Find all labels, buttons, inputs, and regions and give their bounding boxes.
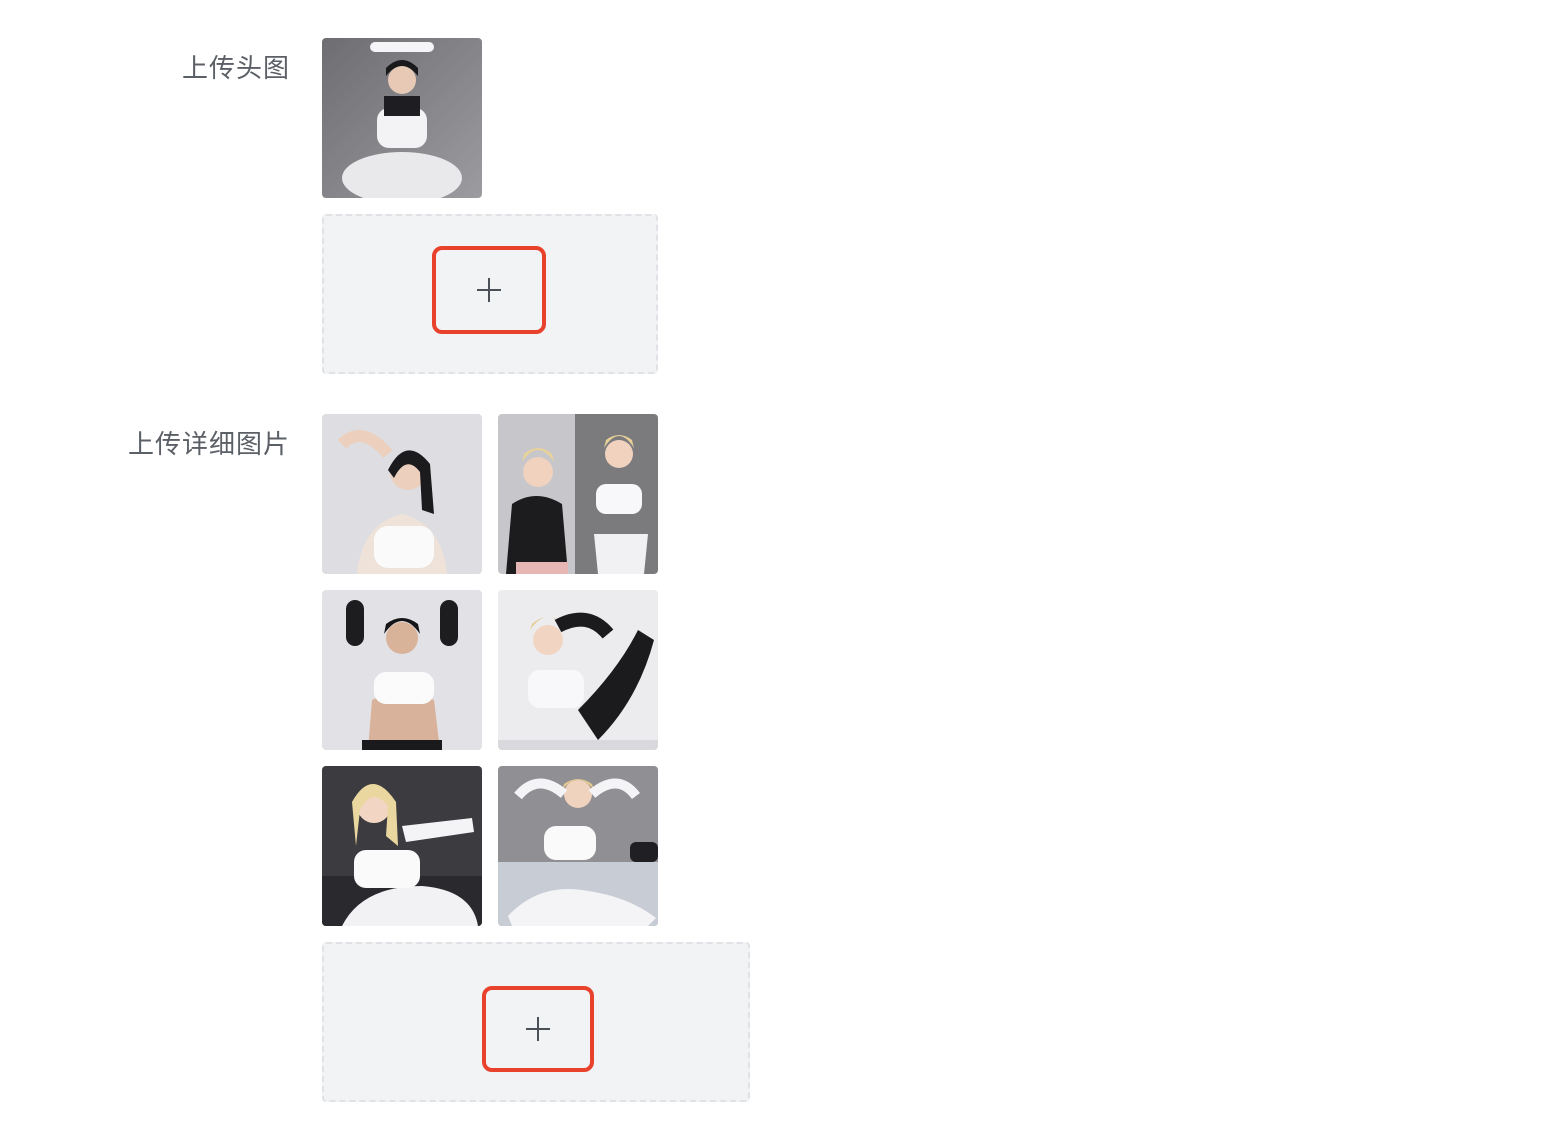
detail-image-thumbnail[interactable] — [322, 766, 482, 926]
detail-images-label: 上传详细图片 — [127, 430, 290, 460]
cover-image-label: 上传头图 — [181, 54, 290, 84]
photo-image — [498, 414, 658, 574]
photo-image — [322, 590, 482, 750]
plus-icon — [477, 278, 501, 302]
plus-icon — [526, 1017, 550, 1041]
photo-image — [498, 766, 658, 926]
detail-image-thumbnail[interactable] — [498, 414, 658, 574]
detail-image-thumbnail[interactable] — [322, 414, 482, 574]
detail-image-thumbnail[interactable] — [322, 590, 482, 750]
detail-image-thumbnail[interactable] — [498, 766, 658, 926]
add-cover-image-button[interactable] — [432, 246, 546, 334]
add-detail-image-button[interactable] — [482, 986, 594, 1072]
cover-image-thumbnail[interactable] — [322, 38, 482, 198]
photo-image — [498, 590, 658, 750]
cover-upload-area[interactable] — [322, 214, 658, 374]
detail-image-thumbnail[interactable] — [498, 590, 658, 750]
photo-image — [322, 766, 482, 926]
photo-image — [322, 414, 482, 574]
photo-image — [322, 38, 482, 198]
detail-upload-area[interactable] — [322, 942, 750, 1102]
